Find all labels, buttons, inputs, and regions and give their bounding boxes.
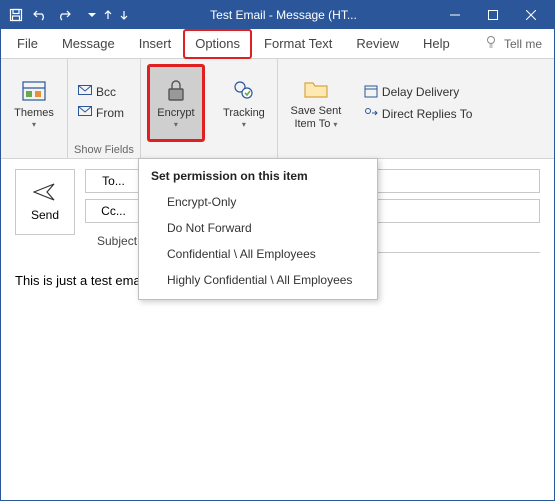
group-label — [7, 142, 61, 156]
menu-header: Set permission on this item — [139, 165, 377, 189]
from-icon — [78, 106, 92, 121]
menu-encrypt-only[interactable]: Encrypt-Only — [139, 189, 377, 215]
tell-me-label: Tell me — [504, 37, 542, 51]
bcc-icon — [78, 85, 92, 100]
tracking-icon — [232, 77, 256, 105]
calendar-icon — [364, 84, 378, 101]
chevron-down-icon[interactable] — [85, 4, 99, 26]
lock-icon — [165, 77, 187, 105]
chevron-down-icon: ▾ — [174, 120, 178, 129]
direct-replies-button[interactable]: Direct Replies To — [360, 105, 476, 124]
group-themes: Themes ▾ — [1, 59, 68, 158]
to-button[interactable]: To... — [85, 169, 141, 193]
tab-options[interactable]: Options — [183, 29, 252, 59]
minimize-button[interactable] — [436, 1, 474, 29]
tab-message[interactable]: Message — [50, 29, 127, 59]
save-icon[interactable] — [5, 4, 27, 26]
tab-format-text[interactable]: Format Text — [252, 29, 344, 59]
title-bar: Test Email - Message (HT... — [1, 1, 554, 29]
from-button[interactable]: From — [74, 104, 128, 123]
undo-icon[interactable] — [29, 4, 51, 26]
group-show-fields: Bcc From Show Fields — [68, 59, 141, 158]
chevron-down-icon: ▾ — [333, 120, 337, 129]
tracking-button[interactable]: Tracking ▾ — [217, 66, 271, 140]
chevron-down-icon: ▾ — [32, 120, 36, 129]
ribbon-tabs: File Message Insert Options Format Text … — [1, 29, 554, 59]
tab-help[interactable]: Help — [411, 29, 462, 59]
encrypt-dropdown-menu: Set permission on this item Encrypt-Only… — [138, 158, 378, 300]
group-tracking: Tracking ▾ — [211, 59, 278, 158]
window-controls — [436, 1, 550, 29]
lightbulb-icon — [484, 35, 498, 52]
tab-file[interactable]: File — [5, 29, 50, 59]
delay-delivery-button[interactable]: Delay Delivery — [360, 82, 476, 103]
group-more: Save Sent Item To ▾ Delay Delivery Direc… — [278, 59, 554, 158]
bcc-button[interactable]: Bcc — [74, 83, 128, 102]
down-arrow-icon[interactable] — [117, 4, 131, 26]
send-icon — [33, 183, 57, 204]
menu-confidential[interactable]: Confidential \ All Employees — [139, 241, 377, 267]
group-label-show-fields: Show Fields — [74, 142, 134, 156]
window-title: Test Email - Message (HT... — [131, 8, 436, 22]
close-button[interactable] — [512, 1, 550, 29]
chevron-down-icon: ▾ — [242, 120, 246, 129]
encrypt-button[interactable]: Encrypt ▾ — [147, 64, 205, 142]
subject-label: Subject — [97, 234, 137, 248]
tell-me-search[interactable]: Tell me — [476, 35, 550, 52]
themes-button[interactable]: Themes ▾ — [7, 66, 61, 140]
up-arrow-icon[interactable] — [101, 4, 115, 26]
folder-icon — [304, 75, 328, 103]
redo-icon[interactable] — [53, 4, 75, 26]
save-sent-button[interactable]: Save Sent Item To ▾ — [284, 66, 348, 140]
send-button[interactable]: Send — [15, 169, 75, 235]
maximize-button[interactable] — [474, 1, 512, 29]
group-encrypt: Encrypt ▾ — [141, 59, 211, 158]
ribbon: Themes ▾ Bcc From Show Fields — [1, 59, 554, 159]
cc-button[interactable]: Cc... — [85, 199, 141, 223]
reply-icon — [364, 107, 378, 122]
quick-access-toolbar — [5, 4, 131, 26]
menu-do-not-forward[interactable]: Do Not Forward — [139, 215, 377, 241]
body-text: This is just a test email. — [15, 273, 150, 288]
menu-highly-confidential[interactable]: Highly Confidential \ All Employees — [139, 267, 377, 293]
tab-insert[interactable]: Insert — [127, 29, 184, 59]
tab-review[interactable]: Review — [344, 29, 411, 59]
themes-icon — [21, 77, 47, 105]
